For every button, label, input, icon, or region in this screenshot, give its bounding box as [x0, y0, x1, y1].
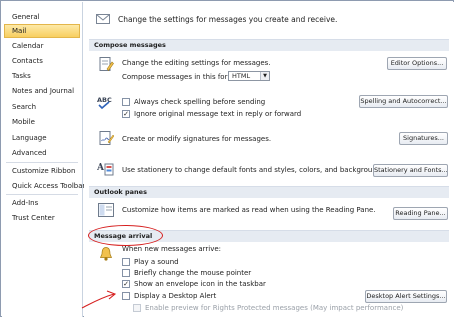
when-new-messages-label: When new messages arrive:: [122, 245, 222, 253]
play-sound-checkbox[interactable]: [122, 258, 130, 266]
sidebar-item-trust-center[interactable]: Trust Center: [4, 211, 80, 225]
annotation-arrow-icon: [81, 290, 117, 309]
stationery-text: Use stationery to change default fonts a…: [122, 166, 388, 174]
rights-protected-label: Enable preview for Rights Protected mess…: [145, 304, 404, 312]
section-header-compose: Compose messages: [89, 39, 449, 51]
sidebar-item-language[interactable]: Language: [4, 131, 80, 145]
annotation-circle: [88, 225, 163, 246]
show-envelope-label: Show an envelope icon in the taskbar: [134, 280, 266, 288]
sidebar-item-tasks[interactable]: Tasks: [4, 69, 80, 83]
spelling-autocorrect-button[interactable]: Spelling and Autocorrect...: [359, 95, 448, 108]
reading-pane-text: Customize how items are marked as read w…: [122, 206, 376, 214]
signatures-button[interactable]: Signatures...: [399, 132, 448, 145]
spell-check-icon: ABC: [97, 96, 112, 110]
sidebar-item-label: Notes and Journal: [12, 87, 75, 95]
ignore-original-label: Ignore original message text in reply or…: [134, 110, 302, 118]
svg-text:A: A: [97, 163, 105, 173]
editor-options-button[interactable]: Editor Options...: [387, 57, 447, 70]
sidebar-item-label: Mobile: [12, 118, 35, 126]
sidebar-item-calendar[interactable]: Calendar: [4, 39, 80, 53]
signature-icon: [99, 131, 114, 145]
sidebar-item-notes-and-journal[interactable]: Notes and Journal: [4, 84, 80, 98]
reading-pane-icon: [98, 203, 114, 217]
sidebar-item-label: Calendar: [12, 42, 44, 50]
editing-settings-text: Change the editing settings for messages…: [122, 59, 271, 67]
sidebar-divider: [6, 162, 78, 163]
bell-icon: [99, 247, 113, 261]
sidebar-item-label: General: [12, 13, 40, 21]
rights-protected-checkbox[interactable]: [133, 304, 141, 312]
edit-document-icon: [99, 57, 114, 71]
svg-text:ABC: ABC: [97, 96, 112, 104]
sidebar-item-label: Contacts: [12, 57, 43, 65]
ignore-original-checkbox[interactable]: ✓: [122, 110, 130, 118]
reading-pane-button[interactable]: Reading Pane...: [393, 207, 448, 220]
sidebar-item-label: Trust Center: [12, 214, 55, 222]
sidebar-item-label: Mail: [12, 27, 27, 35]
options-window: General Mail Calendar Contacts Tasks Not…: [0, 0, 454, 317]
stationery-icon: A: [97, 163, 114, 176]
compose-format-select[interactable]: HTML ▼: [228, 71, 270, 81]
sidebar-item-general[interactable]: General: [4, 10, 80, 24]
desktop-alert-checkbox[interactable]: [122, 292, 130, 300]
sidebar-item-add-ins[interactable]: Add-Ins: [4, 196, 80, 210]
sidebar-item-customize-ribbon[interactable]: Customize Ribbon: [4, 164, 80, 178]
desktop-alert-settings-button[interactable]: Desktop Alert Settings...: [365, 290, 447, 303]
sidebar-item-label: Search: [12, 103, 37, 111]
sidebar-item-label: Quick Access Toolbar: [12, 182, 86, 190]
signatures-text: Create or modify signatures for messages…: [122, 135, 272, 143]
sidebar-item-search[interactable]: Search: [4, 100, 80, 114]
change-pointer-checkbox[interactable]: [122, 269, 130, 277]
sidebar-item-mobile[interactable]: Mobile: [4, 115, 80, 129]
sidebar-item-label: Advanced: [12, 149, 47, 157]
show-envelope-checkbox[interactable]: ✓: [122, 280, 130, 288]
sidebar-item-contacts[interactable]: Contacts: [4, 54, 80, 68]
always-check-spelling-checkbox[interactable]: [122, 98, 130, 106]
desktop-alert-label: Display a Desktop Alert: [134, 292, 217, 300]
envelope-icon: [96, 14, 110, 24]
sidebar-item-mail[interactable]: Mail: [4, 24, 80, 38]
page-intro: Change the settings for messages you cre…: [118, 15, 338, 24]
compose-format-value: HTML: [232, 72, 251, 80]
change-pointer-label: Briefly change the mouse pointer: [134, 269, 252, 277]
sidebar-item-label: Customize Ribbon: [12, 167, 76, 175]
stationery-fonts-button[interactable]: Stationery and Fonts...: [373, 164, 448, 177]
sidebar-item-advanced[interactable]: Advanced: [4, 146, 80, 160]
section-header-outlook-panes: Outlook panes: [89, 186, 449, 198]
chevron-down-icon: ▼: [260, 72, 269, 80]
play-sound-label: Play a sound: [134, 258, 179, 266]
compose-format-label: Compose messages in this format:: [122, 73, 244, 81]
sidebar-item-label: Tasks: [12, 72, 31, 80]
sidebar-divider: [6, 194, 78, 195]
sidebar-item-label: Add-Ins: [12, 199, 39, 207]
mail-options-panel: Change the settings for messages you cre…: [81, 2, 454, 317]
sidebar-item-quick-access-toolbar[interactable]: Quick Access Toolbar: [4, 179, 85, 193]
always-check-spelling-label: Always check spelling before sending: [134, 98, 266, 106]
options-sidebar: General Mail Calendar Contacts Tasks Not…: [2, 2, 85, 317]
sidebar-item-label: Language: [12, 134, 47, 142]
